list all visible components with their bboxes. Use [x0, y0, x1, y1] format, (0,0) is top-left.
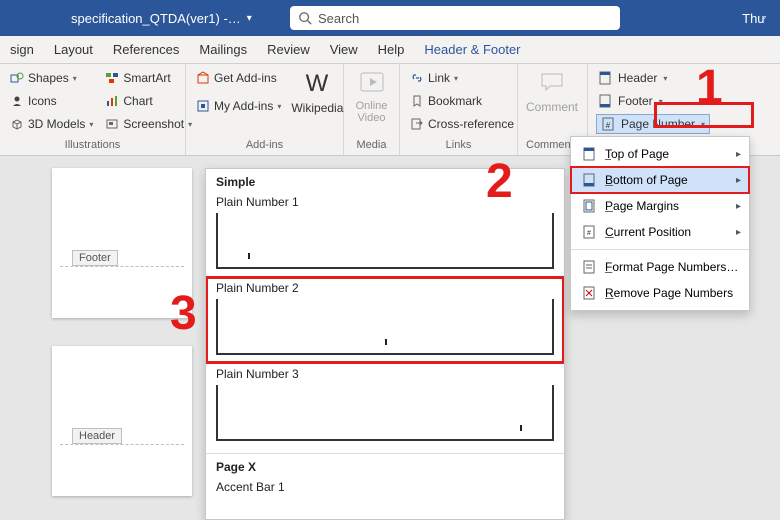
tab-design[interactable]: sign	[0, 36, 44, 63]
header-button[interactable]: Header▾	[596, 68, 710, 88]
menu-format-page-numbers[interactable]: Format Page Numbers…	[571, 254, 749, 280]
tab-header-footer[interactable]: Header & Footer	[414, 36, 530, 63]
menu-top-of-page[interactable]: Top of Page ▸	[571, 141, 749, 167]
ribbon-tabs: sign Layout References Mailings Review V…	[0, 36, 780, 64]
title-bar: specification_QTDA(ver1) -… ▾ Search Thư	[0, 0, 780, 36]
svg-text:W: W	[306, 70, 329, 97]
menu-separator	[571, 249, 749, 250]
menu-current-position[interactable]: # Current Position ▸	[571, 219, 749, 245]
bookmark-button[interactable]: Bookmark	[408, 91, 516, 111]
user-label[interactable]: Thư	[728, 11, 780, 26]
search-icon	[298, 11, 312, 25]
group-label-addins: Add-ins	[194, 139, 335, 153]
smartart-icon	[105, 71, 119, 85]
bookmark-icon	[410, 94, 424, 108]
cross-reference-button[interactable]: Cross-reference	[408, 114, 516, 134]
tab-help[interactable]: Help	[368, 36, 415, 63]
format-icon	[581, 259, 597, 275]
crossref-icon	[410, 117, 424, 131]
page-top-icon	[581, 146, 597, 162]
document-title: specification_QTDA(ver1) -…	[71, 11, 241, 26]
online-video-button: Online Video	[352, 68, 391, 124]
link-icon	[410, 71, 424, 85]
header-tag: Header	[72, 428, 122, 444]
document-area: Footer Header Simple Plain Number 1 Plai…	[0, 156, 780, 520]
wikipedia-button[interactable]: W Wikipedia	[291, 68, 343, 116]
page-number-button[interactable]: #Page Number▾	[596, 114, 710, 134]
group-label-media: Media	[352, 139, 391, 153]
wikipedia-icon: W	[303, 69, 331, 97]
search-input[interactable]: Search	[290, 6, 620, 30]
chart-button[interactable]: Chart	[103, 91, 194, 111]
remove-icon	[581, 285, 597, 301]
footer-boundary	[60, 266, 184, 267]
gallery-item-accent-1[interactable]: Accent Bar 1	[206, 476, 564, 506]
tab-mailings[interactable]: Mailings	[189, 36, 257, 63]
chevron-right-icon: ▸	[736, 201, 741, 212]
smartart-button[interactable]: SmartArt	[103, 68, 194, 88]
group-links: Link▾ Bookmark Cross-reference Links	[400, 64, 518, 155]
chevron-right-icon: ▸	[736, 149, 741, 160]
search-placeholder: Search	[318, 11, 359, 26]
cube-icon	[10, 117, 24, 131]
my-addins-button[interactable]: My Add-ins▾	[194, 96, 283, 116]
comment-icon	[538, 68, 566, 96]
gallery-section-simple: Simple	[206, 169, 564, 191]
addins-icon	[196, 99, 210, 113]
store-icon	[196, 71, 210, 85]
page-number-gallery: Simple Plain Number 1 Plain Number 2 Pla…	[205, 168, 565, 520]
page-number-menu: Top of Page ▸ Bottom of Page ▸ Page Marg…	[570, 136, 750, 311]
get-addins-button[interactable]: Get Add-ins	[194, 68, 283, 88]
chevron-down-icon[interactable]: ▾	[247, 13, 252, 24]
link-button[interactable]: Link▾	[408, 68, 516, 88]
chevron-right-icon: ▸	[736, 227, 741, 238]
gallery-section-pagex: Page X	[206, 453, 564, 476]
menu-page-margins[interactable]: Page Margins ▸	[571, 193, 749, 219]
page-preview-1	[52, 168, 192, 318]
gallery-item-plain-3[interactable]: Plain Number 3	[206, 363, 564, 449]
3d-models-button[interactable]: 3D Models▾	[8, 114, 95, 134]
tab-layout[interactable]: Layout	[44, 36, 103, 63]
group-media: Online Video Media	[344, 64, 400, 155]
icons-icon	[10, 94, 24, 108]
shapes-icon	[10, 71, 24, 85]
gallery-item-plain-1[interactable]: Plain Number 1	[206, 191, 564, 277]
group-label-links: Links	[408, 139, 509, 153]
shapes-button[interactable]: Shapes▾	[8, 68, 95, 88]
svg-text:#: #	[606, 121, 611, 130]
group-illustrations: Shapes▾ Icons 3D Models▾ SmartArt Chart …	[0, 64, 186, 155]
page-margins-icon	[581, 198, 597, 214]
footer-tag: Footer	[72, 250, 118, 266]
chevron-right-icon: ▸	[736, 175, 741, 186]
icons-button[interactable]: Icons	[8, 91, 95, 111]
page-bottom-icon	[581, 172, 597, 188]
tab-references[interactable]: References	[103, 36, 189, 63]
current-position-icon: #	[581, 224, 597, 240]
gallery-item-plain-2[interactable]: Plain Number 2	[206, 277, 564, 363]
group-addins: Get Add-ins My Add-ins▾ W Wikipedia Add-…	[186, 64, 344, 155]
screenshot-button[interactable]: Screenshot▾	[103, 114, 194, 134]
footer-button[interactable]: Footer▾	[596, 91, 710, 111]
svg-text:#: #	[587, 230, 591, 237]
page-number-icon: #	[601, 117, 615, 131]
menu-bottom-of-page[interactable]: Bottom of Page ▸	[571, 167, 749, 193]
comment-button: Comment	[526, 68, 578, 114]
group-label-illustrations: Illustrations	[8, 139, 177, 153]
page-footer-icon	[598, 94, 612, 108]
tab-review[interactable]: Review	[257, 36, 320, 63]
menu-remove-page-numbers[interactable]: Remove Page Numbers	[571, 280, 749, 306]
page-header-icon	[598, 71, 612, 85]
screenshot-icon	[105, 117, 119, 131]
chart-icon	[105, 94, 119, 108]
video-icon	[358, 68, 386, 96]
page-preview-2	[52, 346, 192, 496]
tab-view[interactable]: View	[320, 36, 368, 63]
header-boundary	[60, 444, 184, 445]
